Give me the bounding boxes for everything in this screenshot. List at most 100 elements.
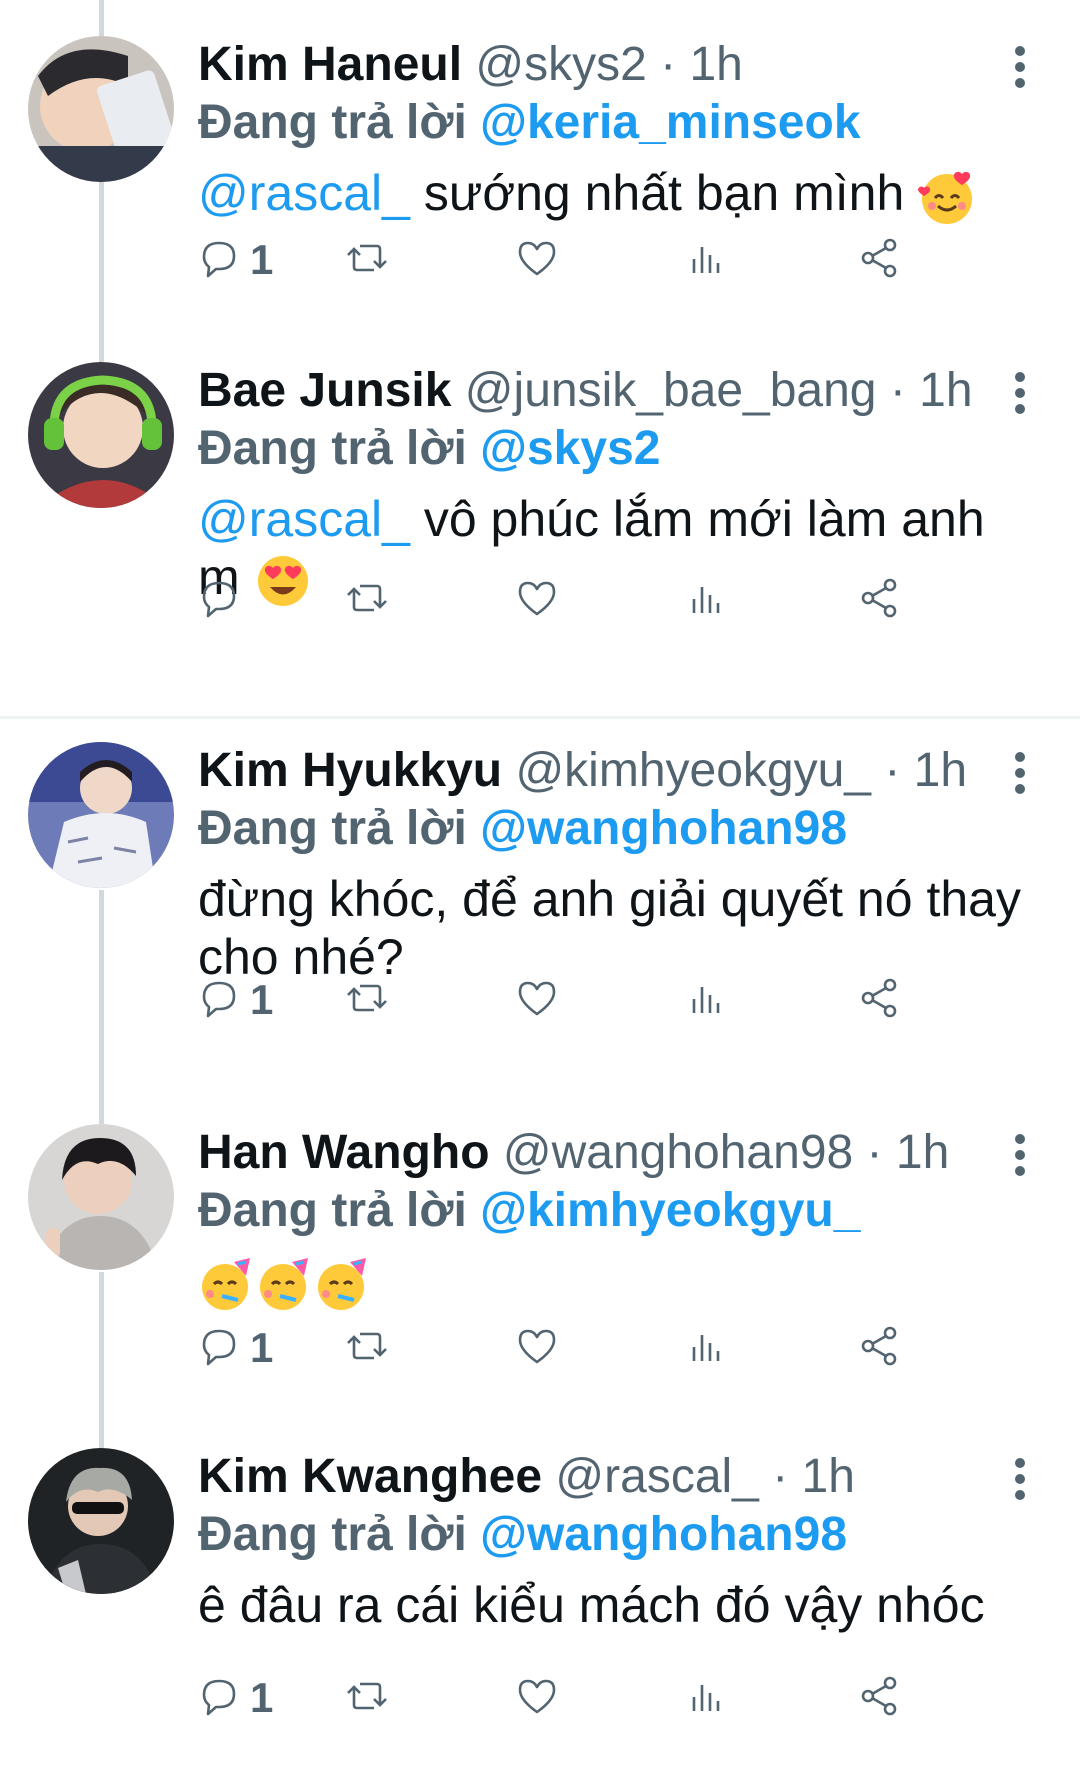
- like-button[interactable]: [514, 972, 560, 1028]
- views-button[interactable]: [684, 1670, 730, 1726]
- user-handle[interactable]: @junsik_bae_bang: [465, 364, 877, 417]
- retweet-icon: [344, 235, 390, 286]
- tweet-text: đừng khóc, để anh giải quyết nó thay cho…: [198, 870, 1038, 986]
- more-options-icon[interactable]: [1008, 1458, 1032, 1500]
- share-icon: [856, 1323, 902, 1374]
- more-options-icon[interactable]: [1008, 1134, 1032, 1176]
- tweet-actions: 1: [196, 1670, 1026, 1726]
- avatar-image: [28, 362, 174, 508]
- views-button[interactable]: [684, 972, 730, 1028]
- display-name[interactable]: Kim Haneul: [198, 38, 462, 91]
- replying-to-label: Đang trả lời: [198, 1184, 467, 1237]
- timestamp[interactable]: · 1h: [884, 744, 967, 797]
- avatar[interactable]: [28, 1448, 174, 1594]
- reply-button[interactable]: 1: [196, 1320, 273, 1376]
- like-button[interactable]: [514, 232, 560, 288]
- views-chart-icon: [684, 975, 730, 1026]
- retweet-button[interactable]: [344, 1320, 390, 1376]
- heart-icon: [514, 975, 560, 1026]
- replying-to-line: Đang trả lời @kimhyeokgyu_: [198, 1182, 1040, 1240]
- timestamp[interactable]: · 1h: [660, 38, 743, 91]
- avatar[interactable]: [28, 742, 174, 888]
- mention-link[interactable]: @rascal_: [198, 165, 410, 221]
- partying-face-icon: [198, 1256, 256, 1314]
- retweet-button[interactable]: [344, 572, 390, 628]
- share-button[interactable]: [856, 232, 902, 288]
- display-name[interactable]: Bae Junsik: [198, 364, 451, 417]
- share-button[interactable]: [856, 972, 902, 1028]
- retweet-icon: [344, 975, 390, 1026]
- thread-line: [99, 0, 104, 36]
- views-chart-icon: [684, 575, 730, 626]
- tweet-text-body: ê đâu ra cái kiểu mách đó vậy nhóc: [198, 1577, 985, 1633]
- share-button[interactable]: [856, 572, 902, 628]
- user-handle[interactable]: @wanghohan98: [503, 1126, 853, 1179]
- retweet-button[interactable]: [344, 232, 390, 288]
- views-chart-icon: [684, 235, 730, 286]
- tweet-text: ê đâu ra cái kiểu mách đó vậy nhóc: [198, 1576, 1038, 1634]
- timestamp[interactable]: · 1h: [867, 1126, 950, 1179]
- user-handle[interactable]: @skys2: [475, 38, 646, 91]
- avatar[interactable]: [28, 36, 174, 182]
- avatar[interactable]: [28, 1124, 174, 1270]
- display-name[interactable]: Kim Kwanghee: [198, 1450, 542, 1503]
- replying-to-line: Đang trả lời @wanghohan98: [198, 800, 1040, 858]
- display-name[interactable]: Kim Hyukkyu: [198, 744, 502, 797]
- replying-to-handle[interactable]: @skys2: [480, 422, 660, 475]
- display-name[interactable]: Han Wangho: [198, 1126, 490, 1179]
- replying-to-handle[interactable]: @wanghohan98: [480, 802, 847, 855]
- tweet-actions: 1: [196, 1320, 1026, 1376]
- reply-button[interactable]: 1: [196, 972, 273, 1028]
- timestamp[interactable]: · 1h: [890, 364, 973, 417]
- like-button[interactable]: [514, 1320, 560, 1376]
- views-button[interactable]: [684, 1320, 730, 1376]
- replying-to-label: Đang trả lời: [198, 96, 467, 149]
- reply-icon: [196, 575, 242, 626]
- tweet-text: @rascal_ sướng nhất bạn mình: [198, 164, 1038, 226]
- avatar[interactable]: [28, 362, 174, 508]
- avatar-image: [28, 1124, 174, 1270]
- share-button[interactable]: [856, 1670, 902, 1726]
- heart-icon: [514, 1673, 560, 1724]
- replying-to-handle[interactable]: @kimhyeokgyu_: [480, 1184, 860, 1237]
- views-button[interactable]: [684, 232, 730, 288]
- tweet[interactable]: Kim Haneul @skys2 · 1h Đang trả lời @ker…: [0, 36, 1080, 326]
- reply-button[interactable]: 1: [196, 232, 273, 288]
- tweet[interactable]: Kim Kwanghee @rascal_ · 1h Đang trả lời …: [0, 1448, 1080, 1758]
- share-icon: [856, 975, 902, 1026]
- mention-link[interactable]: @rascal_: [198, 491, 410, 547]
- retweet-button[interactable]: [344, 972, 390, 1028]
- more-options-icon[interactable]: [1008, 372, 1032, 414]
- replying-to-label: Đang trả lời: [198, 802, 467, 855]
- reply-button[interactable]: [196, 572, 250, 628]
- like-button[interactable]: [514, 572, 560, 628]
- tweet-text: [198, 1252, 1038, 1314]
- retweet-icon: [344, 575, 390, 626]
- tweet[interactable]: Bae Junsik @junsik_bae_bang · 1h Đang tr…: [0, 362, 1080, 668]
- replying-to-handle[interactable]: @wanghohan98: [480, 1508, 847, 1561]
- views-button[interactable]: [684, 572, 730, 628]
- tweet-actions: 1: [196, 972, 1026, 1028]
- retweet-button[interactable]: [344, 1670, 390, 1726]
- heart-icon: [514, 575, 560, 626]
- tweet-actions: 1: [196, 232, 1026, 288]
- tweet[interactable]: Han Wangho @wanghohan98 · 1h Đang trả lờ…: [0, 1124, 1080, 1414]
- like-button[interactable]: [514, 1670, 560, 1726]
- tweet-actions: [196, 572, 1026, 628]
- reply-button[interactable]: 1: [196, 1670, 273, 1726]
- tweet-header: Kim Haneul @skys2 · 1h: [198, 36, 1040, 94]
- retweet-icon: [344, 1323, 390, 1374]
- avatar-image: [28, 742, 174, 888]
- more-options-icon[interactable]: [1008, 46, 1032, 88]
- replying-to-handle[interactable]: @keria_minseok: [480, 96, 860, 149]
- timestamp[interactable]: · 1h: [772, 1450, 855, 1503]
- user-handle[interactable]: @kimhyeokgyu_: [515, 744, 871, 797]
- more-options-icon[interactable]: [1008, 752, 1032, 794]
- user-handle[interactable]: @rascal_: [555, 1450, 758, 1503]
- tweet-header: Kim Kwanghee @rascal_ · 1h: [198, 1448, 1040, 1506]
- tweet[interactable]: Kim Hyukkyu @kimhyeokgyu_ · 1h Đang trả …: [0, 742, 1080, 1072]
- reply-count: 1: [250, 1674, 274, 1721]
- reply-count: 1: [250, 236, 274, 283]
- reply-icon: [196, 235, 242, 286]
- share-button[interactable]: [856, 1320, 902, 1376]
